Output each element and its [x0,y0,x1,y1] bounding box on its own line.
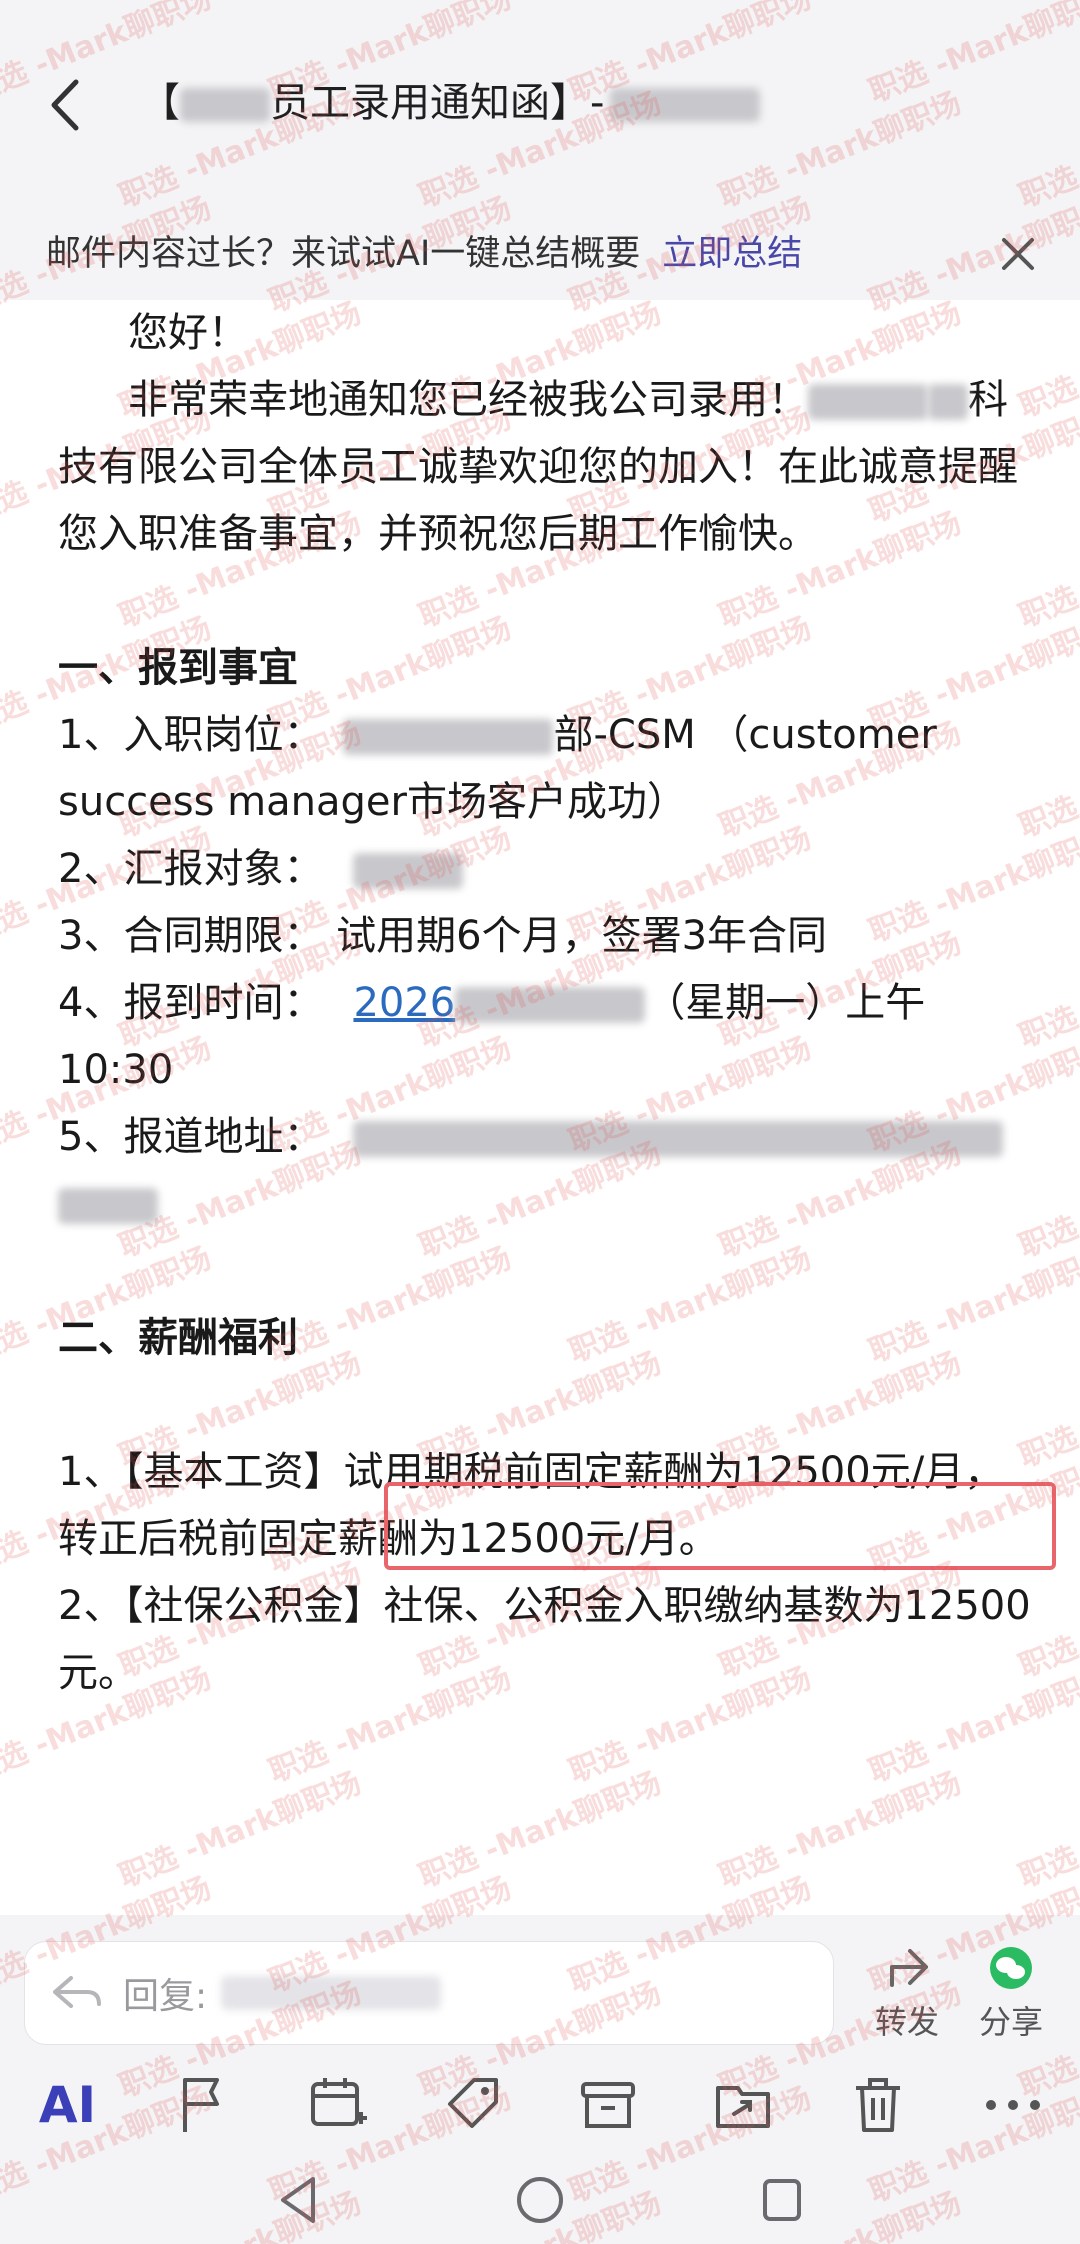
nav-recents-icon[interactable] [757,2173,807,2227]
email-subject: 【员工录用通知函】- [140,68,761,138]
move-to-folder-button[interactable] [703,2065,783,2145]
chevron-left-icon [51,79,79,131]
redacted-block [353,853,464,889]
bottom-toolbar: AI [0,2055,1080,2155]
ai-icon: AI [38,2076,97,2134]
item-contract: 3、合同期限： 试用期6个月，签署3年合同 [58,913,828,959]
nav-home-icon[interactable] [513,2173,567,2227]
greeting: 您好！ [128,310,248,356]
redacted-block [343,719,554,755]
system-navigation-bar [0,2155,1080,2244]
redacted-block [808,384,928,420]
reply-arrow-icon [53,1976,101,2008]
summarize-now-link[interactable]: 立即总结 [662,225,802,276]
redacted-block [610,88,761,122]
email-header: 【员工录用通知函】- 邮件内容过长？来试试AI一键总结概要 立即总结 [0,0,1080,300]
redacted-block [353,1121,1004,1157]
item-address-cont [58,1171,1038,1238]
tag-icon [447,2078,498,2128]
item-position: 1、入职岗位： 部-CSM （customer success manager市场… [58,712,937,825]
reply-input[interactable]: 回复: [24,1941,834,2045]
archive-icon [580,2082,635,2128]
redacted-block [221,1976,442,2010]
item-address: 5、报道地址： [58,1104,1038,1171]
watermark-text: 职选 -Mark聊职场 [714,1765,967,1895]
wechat-icon [990,1947,1032,1989]
share-button[interactable]: 分享 [956,1945,1066,2043]
trash-icon [855,2078,900,2132]
ai-summary-banner: 邮件内容过长？来试试AI一键总结概要 立即总结 [0,200,1080,300]
more-button[interactable] [973,2065,1053,2145]
forward-icon [890,1949,928,1987]
ai-banner-text: 邮件内容过长？来试试AI一键总结概要 [46,233,641,274]
redacted-block [180,88,270,122]
item-start-time: 4、报到时间： 2026 （星期一）上午10:30 [58,980,926,1093]
move-folder-icon [715,2086,770,2128]
banner-close-button[interactable] [996,232,1040,276]
watermark-text: 职选 -Mark聊职场 [1014,1766,1080,1895]
delete-button[interactable] [838,2065,918,2145]
flag-button[interactable] [163,2065,243,2145]
reply-bar: 回复: 转发 分享 [0,1915,1080,2055]
forward-button[interactable]: 转发 [852,1945,962,2043]
add-to-calendar-button[interactable] [298,2065,378,2145]
more-icon [985,2100,1040,2110]
section-title-compensation: 二、薪酬福利 [58,1315,298,1361]
section-title-onboarding: 一、报到事宜 [58,645,298,691]
item-report-to: 2、汇报对象： [58,836,1038,903]
salary-social-insurance: 2、【社保公积金】社保、公积金入职缴纳基数为12500元。 [58,1583,1031,1696]
redacted-block [58,1188,158,1224]
watermark-text: 职选 -Mark聊职场 [414,1765,667,1895]
nav-back-icon[interactable] [273,2173,323,2227]
flag-icon [182,2078,219,2132]
redacted-block [928,384,968,420]
intro-paragraph: 非常荣幸地通知您已经被我公司录用！ 科技有限公司全体员工诚挚欢迎您的加入！在此诚意… [58,377,1018,557]
archive-button[interactable] [568,2065,648,2145]
calendar-add-icon [310,2078,367,2126]
watermark-text: 职选 -Mark聊职场 [114,1765,367,1895]
start-date-link[interactable]: 2026 [353,980,455,1026]
highlight-annotation [384,1482,1056,1570]
redacted-block [455,987,646,1023]
close-icon [1002,238,1034,270]
ai-button[interactable]: AI [28,2065,108,2145]
tag-button[interactable] [433,2065,513,2145]
back-button[interactable] [36,70,96,140]
